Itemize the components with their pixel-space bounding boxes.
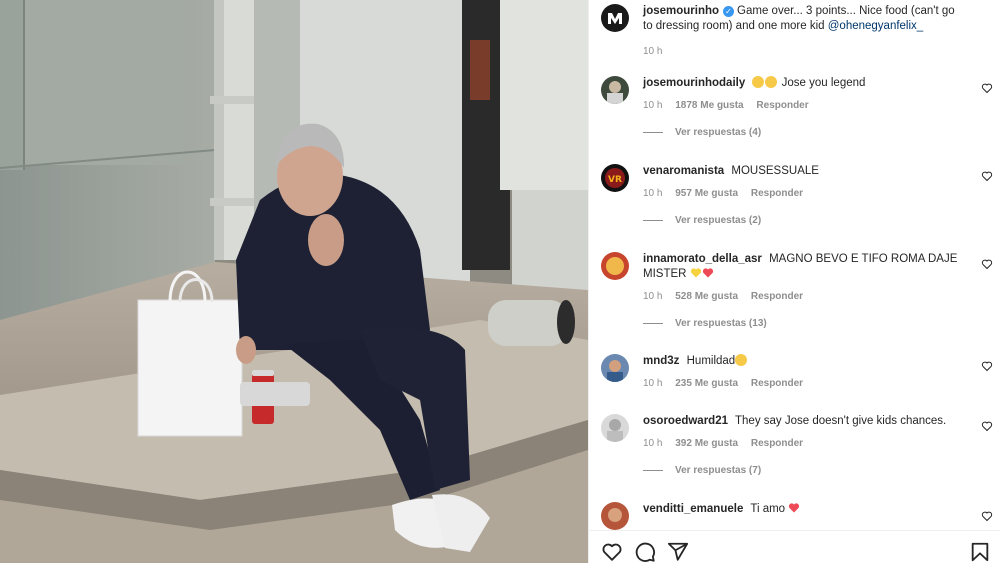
comment-text: They say Jose doesn't give kids chances.	[735, 415, 947, 427]
heart-icon[interactable]	[981, 420, 993, 432]
svg-text:VR: VR	[608, 175, 622, 185]
comment-text: MOUSESSUALE	[731, 165, 819, 177]
comment-likes[interactable]: 528 Me gusta	[675, 291, 738, 302]
avatar[interactable]	[601, 414, 629, 442]
post-author[interactable]: josemourinho	[643, 5, 719, 17]
verified-badge-icon: ✓	[723, 6, 735, 17]
comment-icon[interactable]	[634, 541, 656, 563]
yellow-heart-icon	[690, 268, 701, 278]
heart-icon[interactable]	[981, 258, 993, 270]
view-replies-link[interactable]: Ver respuestas (13)	[643, 318, 967, 329]
comment-text: Ti amo	[750, 503, 786, 515]
divider	[643, 219, 663, 221]
comment-time: 10 h	[643, 291, 663, 302]
avatar[interactable]	[601, 502, 629, 530]
divider	[643, 469, 663, 471]
comment-time: 10 h	[643, 378, 663, 389]
like-heart-icon[interactable]	[601, 541, 623, 563]
reply-button[interactable]: Responder	[751, 438, 803, 449]
comment-time: 10 h	[643, 438, 663, 449]
comment-username[interactable]: mnd3z	[643, 355, 679, 367]
comment-text: Humildad	[686, 355, 736, 367]
bookmark-icon[interactable]	[969, 541, 991, 563]
comment-likes[interactable]: 1878 Me gusta	[675, 100, 743, 111]
comment-username[interactable]: osoroedward21	[643, 415, 728, 427]
view-replies-link[interactable]: Ver respuestas (7)	[643, 465, 967, 476]
post-photo	[0, 0, 588, 563]
share-icon[interactable]	[667, 541, 689, 563]
post-action-bar	[589, 530, 1000, 563]
laughing-emoji-icon	[752, 76, 765, 88]
view-replies-link[interactable]: Ver respuestas (4)	[643, 127, 967, 138]
comment-username[interactable]: venditti_emanuele	[643, 503, 743, 515]
heart-icon[interactable]	[981, 82, 993, 94]
view-replies-label: Ver respuestas (7)	[675, 465, 762, 476]
comment-time: 10 h	[643, 188, 663, 199]
red-heart-icon	[702, 268, 713, 278]
comment-time: 10 h	[643, 100, 663, 111]
screaming-emoji-icon	[735, 354, 748, 366]
avatar[interactable]	[601, 354, 629, 382]
avatar[interactable]: VR	[601, 164, 629, 192]
view-replies-label: Ver respuestas (4)	[675, 127, 762, 138]
post-time: 10 h	[643, 46, 663, 57]
heart-icon[interactable]	[981, 170, 993, 182]
heart-icon[interactable]	[981, 360, 993, 372]
comments-list[interactable]: josemourinho ✓ Game over... 3 points... Ni…	[589, 0, 1000, 530]
avatar[interactable]	[601, 76, 629, 104]
divider	[643, 322, 663, 324]
avatar[interactable]	[601, 252, 629, 280]
reply-button[interactable]: Responder	[751, 378, 803, 389]
reply-button[interactable]: Responder	[751, 188, 803, 199]
view-replies-label: Ver respuestas (2)	[675, 215, 762, 226]
reply-button[interactable]: Responder	[756, 100, 808, 111]
comment-text: Jose you legend	[781, 77, 866, 89]
view-replies-link[interactable]: Ver respuestas (2)	[643, 215, 967, 226]
comment-likes[interactable]: 392 Me gusta	[675, 438, 738, 449]
comment-likes[interactable]: 957 Me gusta	[675, 188, 738, 199]
heart-icon[interactable]	[981, 510, 993, 522]
comments-panel: josemourinho ✓ Game over... 3 points... Ni…	[588, 0, 1000, 563]
comment-username[interactable]: venaromanista	[643, 165, 724, 177]
view-replies-label: Ver respuestas (13)	[675, 318, 767, 329]
reply-button[interactable]: Responder	[751, 291, 803, 302]
red-heart-icon	[789, 503, 800, 513]
avatar[interactable]	[601, 4, 629, 32]
divider	[643, 131, 663, 133]
comment-username[interactable]: josemourinhodaily	[643, 77, 745, 89]
comment-likes[interactable]: 235 Me gusta	[675, 378, 738, 389]
laughing-emoji-icon	[765, 76, 778, 88]
comment-username[interactable]: innamorato_della_asr	[643, 253, 762, 265]
mention-link[interactable]: @ohenegyanfelix_	[828, 20, 923, 32]
